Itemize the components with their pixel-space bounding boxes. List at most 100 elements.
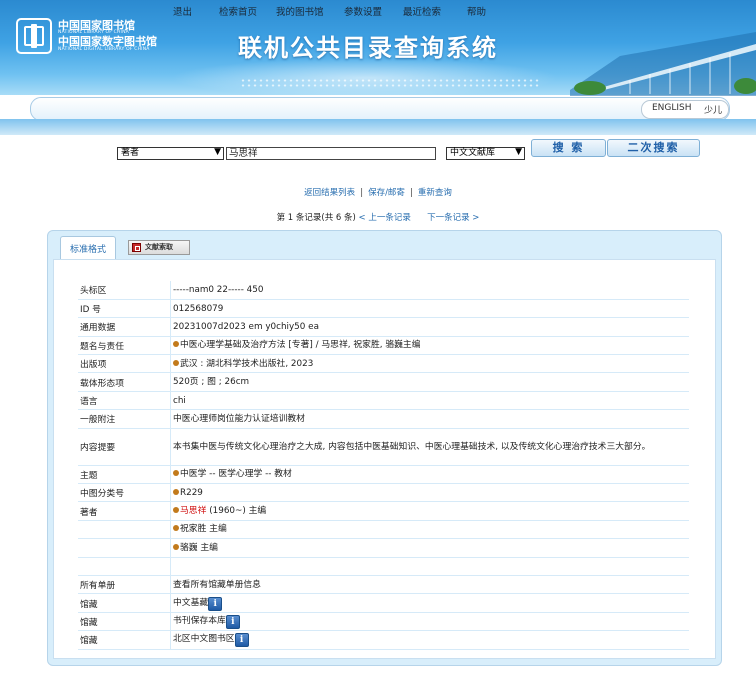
title-link[interactable]: 中医心理学基础及治疗方法 [专著] / 马思祥, 祝家胜, 骆巍主编	[180, 340, 421, 350]
field-label: 馆藏	[78, 630, 171, 650]
field-value: 本书集中医与传统文化心理治疗之大成, 内容包括中医基础知识、中医心理基础技术, …	[170, 428, 689, 466]
banner-dots	[240, 78, 540, 88]
table-row: 著者 马思祥 (1960~) 主编	[78, 501, 689, 521]
system-title: 联机公共目录查询系统	[238, 33, 498, 62]
table-row: 馆藏 中文基藏 i	[78, 593, 689, 613]
field-value: 012568079	[170, 299, 689, 319]
field-label: 著者	[78, 501, 171, 521]
next-record-link[interactable]: 下一条记录 >	[427, 213, 479, 223]
field-label: 所有单册	[78, 575, 171, 595]
field-value-cell: 书刊保存本库 i	[170, 612, 689, 632]
field-label: 出版项	[78, 354, 171, 374]
field-value-cell: R229	[170, 483, 689, 503]
field-label: 载体形态项	[78, 372, 171, 392]
classification-link[interactable]: R229	[180, 488, 203, 498]
subject-link[interactable]: 中医学 -- 医学心理学 -- 教材	[180, 469, 292, 479]
table-row: 骆巍 主编	[78, 538, 689, 558]
banner-glow	[170, 58, 560, 95]
orange-dot-icon	[173, 543, 179, 550]
orange-dot-icon	[173, 341, 179, 348]
record-position: 第 1 条记录(共 6 条)	[276, 213, 356, 223]
chevron-down-icon: ▼	[515, 147, 522, 157]
table-row: 题名与责任 中医心理学基础及治疗方法 [专著] / 马思祥, 祝家胜, 骆巍主编	[78, 336, 689, 356]
nav-search-home[interactable]: 检索首页	[219, 4, 257, 18]
author-link[interactable]: 祝家胜 主编	[180, 524, 227, 534]
nav-help[interactable]: 帮助	[467, 4, 486, 18]
chevron-down-icon: ▼	[214, 147, 221, 157]
lang-kids-link[interactable]: 少儿	[704, 103, 722, 116]
field-label: 通用数据	[78, 317, 171, 337]
field-value-cell: 中文基藏 i	[170, 593, 689, 613]
table-row: 载体形态项 520页 ; 图 ; 26cm	[78, 372, 689, 392]
nav-settings[interactable]: 参数设置	[344, 4, 382, 18]
table-row: 祝家胜 主编	[78, 520, 689, 540]
field-label	[78, 557, 171, 576]
record-pager: 第 1 条记录(共 6 条) < 上一条记录 下一条记录 >	[0, 211, 756, 223]
field-value-cell: 中医心理学基础及治疗方法 [专著] / 马思祥, 祝家胜, 骆巍主编	[170, 336, 689, 356]
orange-dot-icon	[173, 359, 179, 366]
table-row: 中图分类号 R229	[78, 483, 689, 503]
table-row: 馆藏 书刊保存本库 i	[78, 612, 689, 632]
holding-location: 北区中文图书区	[173, 634, 235, 645]
author-link[interactable]: 骆巍 主编	[180, 543, 218, 553]
orange-dot-icon	[173, 470, 179, 477]
logo-name-en-2: NATIONAL DIGITAL LIBRARY OF CHINA	[58, 46, 150, 52]
new-query-link[interactable]: 重新查询	[418, 188, 452, 198]
lang-english-link[interactable]: ENGLISH	[652, 103, 692, 113]
database-select[interactable]: 中文文献库 ▼	[446, 147, 525, 160]
separator: |	[360, 188, 364, 198]
holding-location: 书刊保存本库	[173, 615, 226, 626]
separator: |	[409, 188, 413, 198]
table-row: ID 号 012568079	[78, 299, 689, 319]
field-label: 馆藏	[78, 593, 171, 613]
tab-document-request[interactable]: 文献索取	[128, 240, 190, 255]
publisher-link[interactable]: 武汉 : 湖北科学技术出版社, 2023	[180, 359, 313, 369]
field-value: 520页 ; 图 ; 26cm	[170, 372, 689, 392]
field-value: 中医心理师岗位能力认证培训教材	[170, 409, 689, 429]
back-to-results-link[interactable]: 返回结果列表	[304, 188, 355, 198]
field-value: 20231007d2023 em y0chiy50 ea	[170, 317, 689, 337]
table-row: 出版项 武汉 : 湖北科学技术出版社, 2023	[78, 354, 689, 374]
table-row: 馆藏 北区中文图书区 i	[78, 630, 689, 650]
document-icon	[132, 243, 141, 252]
nav-my-library[interactable]: 我的图书馆	[276, 4, 324, 18]
second-search-button[interactable]: 二次搜索	[607, 139, 700, 157]
nav-logout[interactable]: 退出	[173, 4, 192, 18]
all-holdings-link[interactable]: 查看所有馆藏单册信息	[170, 575, 689, 595]
table-row: 语言 chi	[78, 391, 689, 411]
field-value-cell: 祝家胜 主编	[170, 520, 689, 540]
library-logo[interactable]: 中国国家图书馆 NATIONAL LIBRARY OF CHINA 中国国家数字…	[16, 18, 157, 54]
author-link[interactable]: 马思祥	[180, 506, 206, 516]
field-value-cell: 马思祥 (1960~) 主编	[170, 501, 689, 521]
search-field-select[interactable]: 著者 ▼	[117, 147, 224, 160]
save-email-link[interactable]: 保存/邮寄	[368, 188, 405, 198]
orange-dot-icon	[173, 525, 179, 532]
field-value-cell: 骆巍 主编	[170, 538, 689, 558]
prev-record-link[interactable]: < 上一条记录	[359, 213, 411, 223]
info-icon[interactable]: i	[208, 596, 223, 611]
tab-document-request-label: 文献索取	[145, 243, 173, 251]
field-label: 语言	[78, 391, 171, 411]
info-icon[interactable]: i	[225, 614, 240, 629]
info-icon[interactable]: i	[234, 633, 249, 648]
tab-standard-format[interactable]: 标准格式	[60, 236, 116, 260]
table-row: 主题 中医学 -- 医学心理学 -- 教材	[78, 465, 689, 485]
table-row: 一般附注 中医心理师岗位能力认证培训教材	[78, 409, 689, 429]
holding-location: 中文基藏	[173, 597, 209, 608]
field-label	[78, 538, 171, 558]
search-input[interactable]: 马思祥	[226, 147, 436, 160]
author-role: (1960~) 主编	[206, 506, 267, 517]
header-bottom-band	[0, 119, 756, 135]
search-button[interactable]: 搜 索	[531, 139, 606, 157]
orange-dot-icon	[173, 507, 179, 514]
field-value-cell: 中医学 -- 医学心理学 -- 教材	[170, 465, 689, 485]
record-table: 头标区 -----nam0 22----- 450 ID 号 012568079 通…	[78, 281, 689, 650]
table-row: 头标区 -----nam0 22----- 450	[78, 281, 689, 300]
orange-dot-icon	[173, 488, 179, 495]
field-value-cell: 北区中文图书区 i	[170, 630, 689, 650]
table-row: 所有单册 查看所有馆藏单册信息	[78, 575, 689, 595]
nav-recent-searches[interactable]: 最近检索	[403, 4, 441, 18]
field-label	[78, 520, 171, 540]
field-label: 内容提要	[78, 428, 171, 466]
field-label: 题名与责任	[78, 336, 171, 356]
